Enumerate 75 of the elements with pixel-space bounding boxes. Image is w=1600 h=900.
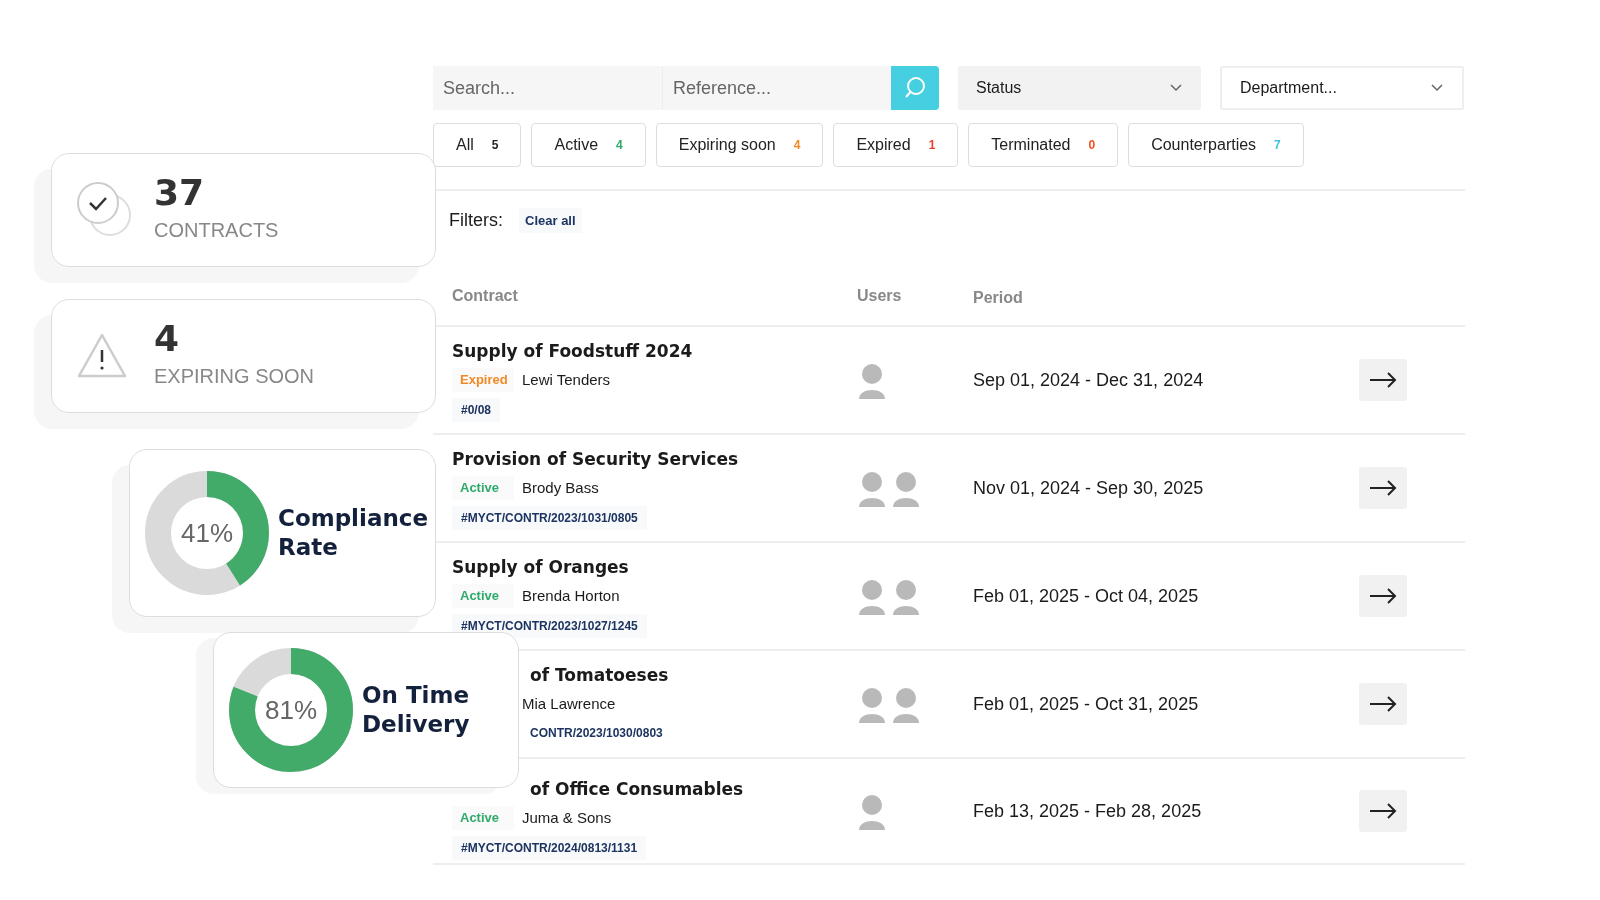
avatar-icon <box>891 577 921 615</box>
tab-count: 4 <box>616 137 623 154</box>
counterparty-name: Juma & Sons <box>522 807 612 828</box>
column-header: Contract <box>452 287 518 304</box>
search-icon <box>903 76 927 100</box>
avatar-icon <box>891 469 921 507</box>
reference-code: #0/08 <box>452 397 501 422</box>
counterparty-name: Brody Bass <box>522 477 599 498</box>
reference-code: #MYCT/CONTR/2023/1027/1245 <box>452 613 647 638</box>
department-select[interactable]: Department... <box>1220 66 1464 110</box>
contract-title: Provision of Security Services <box>452 447 740 471</box>
status-label: Active <box>452 806 514 830</box>
contract-title: Supply of Oranges <box>452 555 630 579</box>
percent-reading: 41% <box>179 517 234 550</box>
filters-label: Filters: <box>449 209 503 232</box>
status-label: Expired <box>452 368 514 392</box>
stat-label: CONTRACTS <box>154 218 279 243</box>
arrow-right-icon <box>1369 588 1397 604</box>
search-field[interactable]: Search... <box>433 66 663 110</box>
period-text: Sep 01, 2024 - Dec 31, 2024 <box>973 369 1204 390</box>
avatar-icon <box>891 685 921 723</box>
contract-title: Supply of Foodstuff 2024 <box>452 339 694 363</box>
metric-title: Compliance Rate <box>278 504 428 562</box>
chevron-icon <box>1430 83 1444 93</box>
counterparty-name: Brenda Horton <box>522 585 620 606</box>
arrow-right-icon <box>1369 803 1397 819</box>
clear-all-link[interactable]: Clear all <box>519 207 582 234</box>
column-header: Users <box>857 286 902 306</box>
contract-title: of Office Consumables <box>529 777 745 801</box>
arrow-right-icon <box>1369 696 1397 712</box>
period-text: Feb 13, 2025 - Feb 28, 2025 <box>973 800 1202 821</box>
reference-code: #MYCT/CONTR/2023/1031/0805 <box>452 505 647 530</box>
reference-field[interactable]: Reference... <box>663 66 891 110</box>
column-header: Period <box>973 289 1023 306</box>
tab-count: 7 <box>1274 137 1281 154</box>
filter-tab[interactable]: Expiring soon 4 <box>655 123 824 167</box>
stat-value: 37 <box>154 175 206 211</box>
contract-title: of Tomatoeses <box>529 664 670 687</box>
period-text: Feb 01, 2025 - Oct 04, 2025 <box>973 585 1199 606</box>
status-label: Active <box>452 476 514 500</box>
filter-tab[interactable]: Expired 1 <box>833 123 959 167</box>
avatar-icon <box>857 792 887 830</box>
avatar-icon <box>857 469 887 507</box>
tab-count: 4 <box>793 137 801 154</box>
percent-reading: 81% <box>263 694 318 727</box>
check-circles-icon <box>76 181 134 239</box>
status-select[interactable]: Status <box>958 66 1201 110</box>
filter-tab[interactable]: All 5 <box>433 123 522 167</box>
metric-title: On Time Delivery <box>362 681 471 739</box>
tab-count: 5 <box>491 137 499 154</box>
period-text: Feb 01, 2025 - Oct 31, 2025 <box>973 693 1199 714</box>
avatar-icon <box>857 361 887 399</box>
tab-count: 0 <box>1088 137 1096 154</box>
avatar-icon <box>857 577 887 615</box>
open-button[interactable] <box>1359 683 1407 725</box>
open-button[interactable] <box>1359 467 1407 509</box>
open-button[interactable] <box>1359 790 1407 832</box>
arrow-right-icon <box>1369 480 1397 496</box>
tab-count: 1 <box>928 137 936 154</box>
open-button[interactable] <box>1359 359 1407 401</box>
open-button[interactable] <box>1359 575 1407 617</box>
avatar-icon <box>857 685 887 723</box>
stat-value: 4 <box>154 321 181 357</box>
chevron-icon <box>1169 83 1183 93</box>
arrow-right-icon <box>1369 372 1397 388</box>
filter-tab[interactable]: Terminated 0 <box>968 123 1119 167</box>
counterparty-name: Lewi Tenders <box>522 369 611 390</box>
counterparty-name: Mia Lawrence <box>522 693 616 714</box>
filter-tab[interactable]: Active 4 <box>531 123 646 167</box>
status-label: Active <box>452 584 514 608</box>
reference-code: #MYCT/CONTR/2024/0813/1131 <box>452 835 647 860</box>
period-text: Nov 01, 2024 - Sep 30, 2025 <box>973 477 1204 498</box>
filter-tab[interactable]: Counterparties 7 <box>1128 123 1304 167</box>
warning-icon <box>76 332 128 380</box>
stat-label: EXPIRING SOON <box>154 364 315 389</box>
